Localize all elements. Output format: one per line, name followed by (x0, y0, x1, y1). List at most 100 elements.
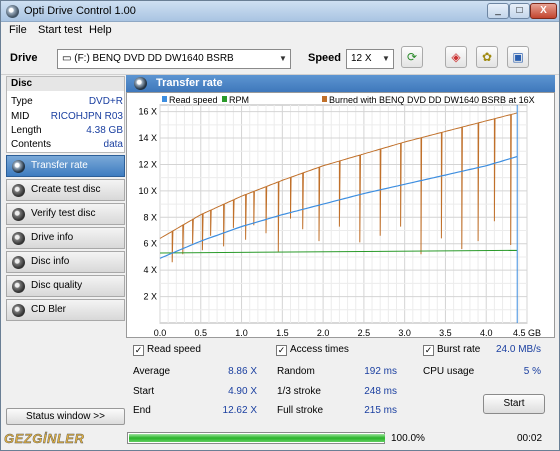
speed-select[interactable]: 12 X ▼ (346, 49, 394, 69)
legend-read-speed: Read speed (169, 95, 218, 105)
menu-bar: File Start test Help (1, 22, 559, 39)
average-label: Average (133, 366, 171, 377)
disc-icon (12, 232, 25, 245)
y-tick-label: 10 X (138, 186, 157, 196)
watermark-logo: GEZGİNLER (4, 431, 85, 446)
save-button[interactable]: ▣ (507, 46, 529, 68)
refresh-button[interactable]: ⟳ (401, 46, 423, 68)
disc-value: 4.38 GB (86, 125, 123, 136)
options-button[interactable]: ✿ (476, 46, 498, 68)
legend-rpm: RPM (229, 95, 249, 105)
options-icon: ✿ (481, 50, 493, 64)
y-tick-label: 16 X (138, 107, 157, 117)
app-window: Opti Drive Control 1.00 _ □ X File Start… (0, 0, 560, 451)
nav-verify-test-disc[interactable]: Verify test disc (6, 203, 125, 225)
y-tick-label: 6 X (143, 239, 157, 249)
disc-key: Length (11, 125, 42, 136)
progress-bar (127, 432, 385, 444)
window-title: Opti Drive Control 1.00 (24, 5, 136, 17)
disc-row-type: Type DVD+R (11, 96, 123, 108)
progress-percent: 100.0% (391, 433, 425, 444)
chevron-down-icon: ▼ (279, 54, 287, 63)
y-tick-label: 14 X (138, 133, 157, 143)
disc-icon (12, 304, 25, 317)
read-speed-checkbox[interactable]: ✓ (133, 345, 144, 356)
read-speed-option-label: Read speed (147, 344, 201, 355)
disc-panel-title: Disc (7, 77, 124, 91)
speed-label: Speed (308, 52, 342, 64)
disc-value: data (103, 139, 123, 150)
full-stroke-label: Full stroke (277, 405, 324, 416)
disc-row-contents: Contents data (11, 139, 123, 151)
disc-key: Type (11, 96, 33, 107)
disc-icon (134, 77, 147, 90)
x-tick-label: 4.0 (480, 328, 493, 337)
nav-disc-quality[interactable]: Disc quality (6, 275, 125, 297)
x-tick-label: 0.5 (195, 328, 208, 337)
chart-svg: 2 X 4 X 6 X 8 X 10 X 12 X 14 X 16 X 0.0 0.5 1.0 1.… (127, 93, 554, 338)
x-tick-label: 3.5 (439, 328, 452, 337)
nav-create-test-disc[interactable]: Create test disc (6, 179, 125, 201)
nav-label: Drive info (31, 232, 74, 243)
access-times-checkbox[interactable]: ✓ (276, 345, 287, 356)
disc-icon (12, 280, 25, 293)
refresh-icon: ⟳ (406, 50, 418, 64)
chevron-down-icon: ▼ (382, 54, 390, 63)
burst-rate-checkbox[interactable]: ✓ (423, 345, 434, 356)
third-stroke-value: 248 ms (364, 386, 397, 397)
nav-drive-info[interactable]: Drive info (6, 227, 125, 249)
start-label: Start (133, 386, 155, 397)
x-tick-label: 3.0 (398, 328, 411, 337)
x-tick-label: 2.5 (358, 328, 371, 337)
nav-cd-bler[interactable]: CD Bler (6, 299, 125, 321)
close-button[interactable]: X (530, 3, 557, 19)
save-icon: ▣ (512, 50, 524, 64)
erase-button[interactable]: ◈ (445, 46, 467, 68)
legend-swatch-rpm (222, 96, 227, 102)
end-label: End (133, 405, 151, 416)
start-button[interactable]: Start (483, 394, 545, 414)
legend-swatch-read-speed (162, 96, 167, 102)
y-tick-label: 8 X (143, 212, 157, 222)
nav-label: Verify test disc (31, 208, 96, 219)
disc-icon (12, 184, 25, 197)
disc-icon (12, 160, 25, 173)
legend-swatch-burned (322, 96, 327, 102)
disc-icon (12, 256, 25, 269)
full-stroke-value: 215 ms (364, 405, 397, 416)
nav-label: Disc quality (31, 280, 83, 291)
status-window-button[interactable]: Status window >> (6, 408, 125, 425)
drive-select[interactable]: ▭ (F:) BENQ DVD DD DW1640 BSRB ▼ (57, 49, 291, 69)
random-label: Random (277, 366, 315, 377)
nav-transfer-rate[interactable]: Transfer rate (6, 155, 125, 177)
disc-row-length: Length 4.38 GB (11, 125, 123, 137)
menu-help[interactable]: Help (89, 24, 112, 36)
disc-row-mid: MID RICOHJPN R03 (11, 111, 123, 123)
nav-label: Disc info (31, 256, 70, 267)
x-tick-label: 1.5 (276, 328, 289, 337)
access-times-option-label: Access times (290, 344, 349, 355)
drive-label: Drive (10, 52, 38, 64)
disc-icon (12, 208, 25, 221)
chart-header: Transfer rate (126, 75, 555, 92)
start-value: 4.90 X (228, 386, 257, 397)
third-stroke-label: 1/3 stroke (277, 386, 321, 397)
title-bar: Opti Drive Control 1.00 _ □ X (1, 1, 559, 22)
maximize-button[interactable]: □ (509, 3, 530, 19)
drive-select-value: (F:) BENQ DVD DD DW1640 BSRB (74, 53, 234, 64)
disc-app-icon (6, 5, 19, 18)
drive-icon: ▭ (62, 53, 75, 64)
menu-start-test[interactable]: Start test (38, 24, 82, 36)
x-tick-label: 1.0 (235, 328, 248, 337)
menu-file[interactable]: File (9, 24, 27, 36)
elapsed-time: 00:02 (517, 433, 543, 444)
minimize-button[interactable]: _ (487, 3, 509, 19)
nav-label: Create test disc (31, 184, 101, 195)
end-value: 12.62 X (222, 405, 257, 416)
nav-label: CD Bler (31, 304, 67, 315)
burst-rate-value: 24.0 MB/s (495, 344, 541, 355)
y-tick-label: 12 X (138, 159, 157, 169)
disc-info-panel: Disc Type DVD+R MID RICOHJPN R03 Length 4.3… (6, 76, 125, 153)
legend-burned: Burned with BENQ DVD DD DW1640 BSRB at 1… (329, 95, 535, 105)
nav-disc-info[interactable]: Disc info (6, 251, 125, 273)
